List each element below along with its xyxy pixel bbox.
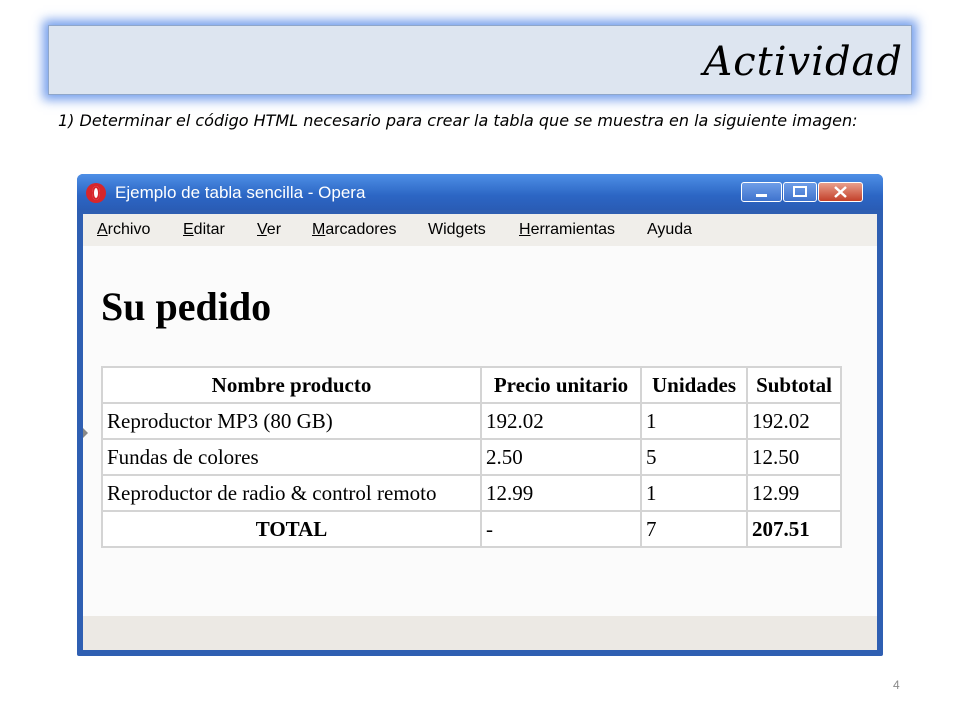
window-title: Ejemplo de tabla sencilla - Opera [115,183,366,202]
minimize-button[interactable] [741,182,782,202]
order-table: Nombre producto Precio unitario Unidades… [101,366,842,548]
table-cell: 2.50 [480,438,642,476]
slide-title: Actividad [703,39,903,85]
menu-marcadores[interactable]: Marcadores [312,221,396,239]
minimize-icon [756,194,767,197]
table-cell: 7 [640,510,748,548]
close-icon [834,186,847,198]
status-bar [83,616,877,650]
table-row: Reproductor de radio & control remoto 12… [101,474,842,512]
menu-ayuda[interactable]: Ayuda [647,221,692,239]
menu-editar[interactable]: Editar [183,221,225,239]
window-titlebar: Ejemplo de tabla sencilla - Opera [77,174,883,210]
browser-window-screenshot: Ejemplo de tabla sencilla - Opera Archiv… [77,174,883,656]
page-number: 4 [893,678,900,692]
table-cell: 1 [640,474,748,512]
total-label-cell: TOTAL [101,510,482,548]
table-row: Fundas de colores 2.50 5 12.50 [101,438,842,476]
menu-ver[interactable]: Ver [257,221,281,239]
maximize-icon [793,186,807,197]
close-button[interactable] [818,182,863,202]
table-cell: 192.02 [480,402,642,440]
menu-widgets[interactable]: Widgets [428,221,486,239]
page-content: Su pedido Nombre producto Precio unitari… [83,246,877,616]
header-cell: Nombre producto [101,366,482,404]
menu-herramientas[interactable]: Herramientas [519,221,615,239]
header-cell: Unidades [640,366,748,404]
table-cell: Reproductor de radio & control remoto [101,474,482,512]
menu-archivo[interactable]: Archivo [97,221,150,239]
total-value-cell: 207.51 [746,510,842,548]
table-cell: 12.50 [746,438,842,476]
slide-title-box: Actividad [48,25,912,95]
opera-icon [86,183,106,203]
maximize-button[interactable] [783,182,817,202]
table-cell: Reproductor MP3 (80 GB) [101,402,482,440]
caret-marker-icon [83,428,88,438]
table-cell: 192.02 [746,402,842,440]
table-total-row: TOTAL - 7 207.51 [101,510,842,548]
header-cell: Precio unitario [480,366,642,404]
table-cell: 1 [640,402,748,440]
table-header-row: Nombre producto Precio unitario Unidades… [101,366,842,404]
table-cell: Fundas de colores [101,438,482,476]
table-row: Reproductor MP3 (80 GB) 192.02 1 192.02 [101,402,842,440]
table-cell: - [480,510,642,548]
table-cell: 12.99 [746,474,842,512]
menu-bar: Archivo Editar Ver Marcadores Widgets He… [83,214,877,246]
instruction-text: 1) Determinar el código HTML necesario p… [58,111,858,130]
table-cell: 5 [640,438,748,476]
page-heading: Su pedido [101,284,272,329]
header-cell: Subtotal [746,366,842,404]
table-cell: 12.99 [480,474,642,512]
